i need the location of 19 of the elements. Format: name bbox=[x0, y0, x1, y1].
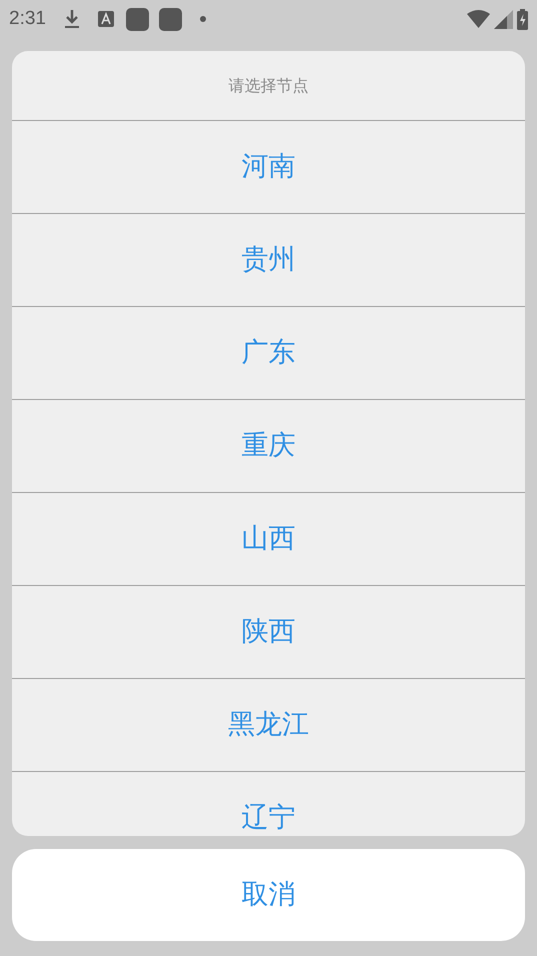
status-time: 2:31 bbox=[9, 6, 46, 31]
option-item[interactable]: 贵州 bbox=[12, 214, 525, 307]
cancel-button[interactable]: 取消 bbox=[12, 849, 525, 941]
wifi-icon bbox=[467, 10, 490, 28]
option-item[interactable]: 河南 bbox=[12, 121, 525, 214]
option-item[interactable]: 黑龙江 bbox=[12, 679, 525, 772]
option-item[interactable]: 重庆 bbox=[12, 400, 525, 493]
font-icon bbox=[98, 11, 114, 27]
option-item[interactable]: 辽宁 bbox=[12, 772, 525, 836]
app-icon bbox=[158, 8, 182, 30]
option-item[interactable]: 陕西 bbox=[12, 586, 525, 679]
option-item[interactable]: 广东 bbox=[12, 307, 525, 400]
app-icon bbox=[126, 8, 149, 30]
sheet-title: 请选择节点 bbox=[228, 74, 308, 96]
battery-icon bbox=[517, 8, 528, 30]
download-icon bbox=[64, 9, 80, 29]
signal-icon bbox=[494, 10, 513, 28]
option-item[interactable]: 山西 bbox=[12, 493, 525, 586]
dot-icon bbox=[200, 16, 206, 22]
